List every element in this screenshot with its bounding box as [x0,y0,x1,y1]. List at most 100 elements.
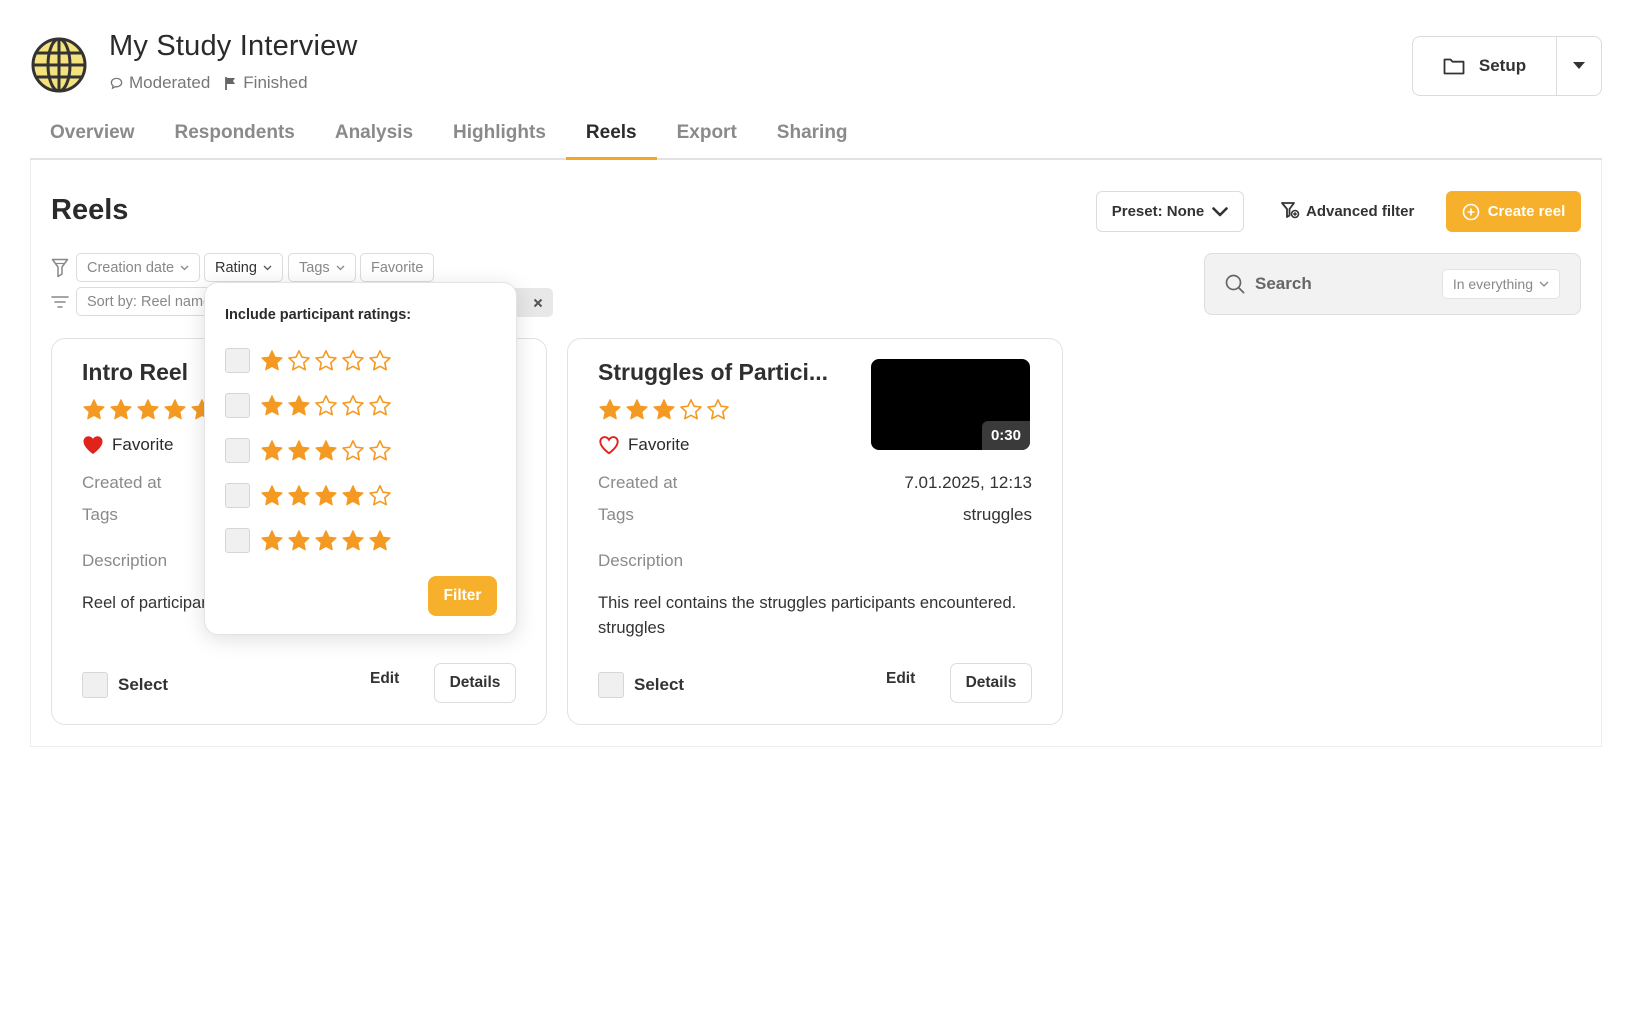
sort-dropdown[interactable]: Sort by: Reel name [76,287,216,316]
star-outline-icon [369,439,391,460]
video-duration: 0:30 [981,421,1030,450]
plus-circle-icon [1462,203,1480,220]
tags-label: Tags [82,505,118,524]
funnel-plus-icon [1281,202,1300,219]
created-at-label: Created at [598,473,678,492]
apply-filter-button[interactable]: Filter [428,576,497,616]
star-filled-icon [261,529,283,550]
sort-label: Sort by: Reel name [87,293,212,310]
star-filled-icon [288,484,310,505]
heart-filled-icon [83,436,103,454]
tab-export[interactable]: Export [677,112,737,158]
rating-option-1[interactable] [225,348,392,373]
setup-label: Setup [1478,56,1527,75]
study-mode: Moderated [109,73,210,93]
advanced-filter-button[interactable]: Advanced filter [1280,196,1414,226]
star-outline-icon [707,399,729,420]
close-icon[interactable] [533,298,543,308]
advanced-filter-label: Advanced filter [1306,202,1415,220]
setup-button-group: Setup [1412,36,1602,96]
reel-card: Struggles of Partici... Favorite 0:30 Cr… [567,338,1063,725]
sort-icon [51,296,69,308]
tags-value: struggles [963,505,1032,524]
tab-respondents[interactable]: Respondents [175,112,295,158]
page-title: Reels [51,194,129,226]
heart-outline-icon [599,436,619,455]
description-label: Description [598,551,684,570]
tab-bar: Overview Respondents Analysis Highlights… [30,112,1602,160]
search-input-placeholder[interactable]: Search [1255,274,1442,294]
star-filled-icon [626,399,648,420]
filter-chip-favorite[interactable]: Favorite [360,253,435,282]
reel-rating [598,398,730,422]
chevron-down-icon [263,265,272,270]
star-outline-icon [315,394,337,415]
select-label: Select [118,675,169,694]
star-filled-icon [261,349,283,370]
globe-icon [31,37,87,93]
checkbox[interactable] [225,393,250,418]
setup-dropdown-toggle[interactable] [1557,37,1601,95]
reel-title[interactable]: Struggles of Partici... [598,359,828,386]
chip-label: Rating [215,259,257,276]
star-filled-icon [261,484,283,505]
reel-title[interactable]: Intro Reel [82,359,188,386]
search-field[interactable]: Search In everything [1204,253,1581,315]
rating-stars [260,394,392,418]
rating-stars [260,529,392,553]
select-checkbox[interactable]: Select [598,672,684,698]
chevron-down-icon [1539,281,1549,287]
preset-label: Preset: None [1111,203,1205,220]
chip-label: Favorite [371,259,424,276]
filter-chip-creation-date[interactable]: Creation date [76,253,201,282]
checkbox[interactable] [225,483,250,508]
star-filled-icon [261,439,283,460]
rating-option-3[interactable] [225,438,392,463]
search-scope-dropdown[interactable]: In everything [1441,269,1560,299]
tab-overview[interactable]: Overview [50,112,135,158]
details-button[interactable]: Details [434,663,516,703]
setup-button[interactable]: Setup [1413,37,1557,95]
checkbox[interactable] [82,672,108,698]
filter-chip-tags[interactable]: Tags [288,253,356,282]
tags-label: Tags [598,505,634,524]
star-filled-icon [110,399,132,420]
description-label: Description [82,551,168,570]
star-outline-icon [369,484,391,505]
video-thumbnail[interactable]: 0:30 [871,359,1030,450]
star-outline-icon [342,439,364,460]
chat-icon [110,77,123,89]
edit-button[interactable]: Edit [370,670,399,688]
create-reel-button[interactable]: Create reel [1446,191,1581,232]
star-filled-icon [342,484,364,505]
chevron-down-icon [1212,206,1229,216]
reel-rating [82,398,214,422]
star-filled-icon [288,529,310,550]
filter-chip-rating[interactable]: Rating [204,253,283,282]
search-icon [1225,274,1245,294]
select-checkbox[interactable]: Select [82,672,168,698]
favorite-label: Favorite [112,435,174,454]
favorite-toggle[interactable]: Favorite [598,435,689,455]
checkbox[interactable] [225,438,250,463]
edit-button[interactable]: Edit [886,670,915,688]
tab-highlights[interactable]: Highlights [453,112,546,158]
star-outline-icon [342,349,364,370]
star-filled-icon [288,439,310,460]
preset-dropdown[interactable]: Preset: None [1096,191,1244,232]
chip-label: Tags [299,259,330,276]
rating-option-4[interactable] [225,483,392,508]
tab-analysis[interactable]: Analysis [335,112,413,158]
details-button[interactable]: Details [950,663,1032,703]
tab-sharing[interactable]: Sharing [777,112,848,158]
rating-option-2[interactable] [225,393,392,418]
checkbox[interactable] [225,348,250,373]
created-at-label: Created at [82,473,162,492]
star-filled-icon [261,394,283,415]
favorite-toggle[interactable]: Favorite [82,435,173,455]
rating-option-5[interactable] [225,528,392,553]
checkbox[interactable] [598,672,624,698]
chip-label: Creation date [87,259,175,276]
tab-reels[interactable]: Reels [566,112,657,160]
checkbox[interactable] [225,528,250,553]
